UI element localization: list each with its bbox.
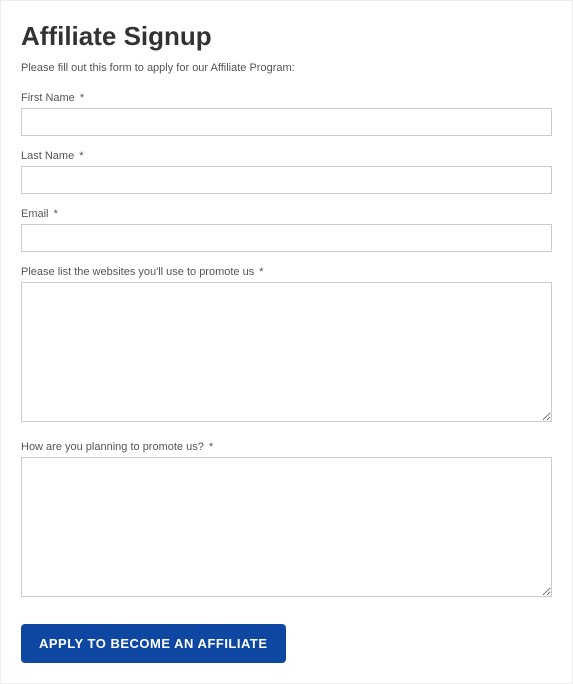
required-mark: * [259, 266, 263, 278]
required-mark: * [209, 441, 213, 453]
required-mark: * [79, 150, 83, 162]
last-name-label-text: Last Name [21, 150, 74, 162]
first-name-label-text: First Name [21, 92, 75, 104]
websites-input[interactable] [21, 282, 552, 422]
apply-button[interactable]: APPLY TO BECOME AN AFFILIATE [21, 624, 286, 663]
email-field: Email * [21, 208, 552, 252]
last-name-field: Last Name * [21, 150, 552, 194]
websites-label: Please list the websites you'll use to p… [21, 266, 552, 278]
plan-input[interactable] [21, 457, 552, 597]
websites-field: Please list the websites you'll use to p… [21, 266, 552, 427]
websites-label-text: Please list the websites you'll use to p… [21, 266, 254, 278]
page-title: Affiliate Signup [21, 21, 552, 52]
required-mark: * [54, 208, 58, 220]
first-name-field: First Name * [21, 92, 552, 136]
required-mark: * [80, 92, 84, 104]
first-name-label: First Name * [21, 92, 552, 104]
email-label: Email * [21, 208, 552, 220]
form-instructions: Please fill out this form to apply for o… [21, 62, 552, 74]
plan-label-text: How are you planning to promote us? [21, 441, 204, 453]
plan-field: How are you planning to promote us? * [21, 441, 552, 602]
last-name-label: Last Name * [21, 150, 552, 162]
first-name-input[interactable] [21, 108, 552, 136]
email-input[interactable] [21, 224, 552, 252]
plan-label: How are you planning to promote us? * [21, 441, 552, 453]
last-name-input[interactable] [21, 166, 552, 194]
email-label-text: Email [21, 208, 49, 220]
